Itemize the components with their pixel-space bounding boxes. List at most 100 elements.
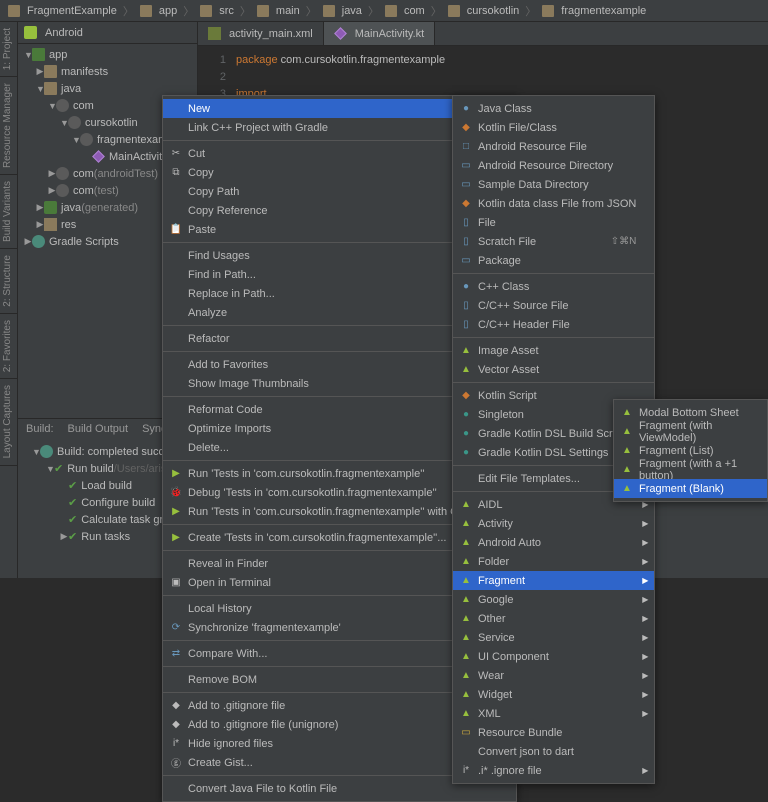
- menu-icon: ▲: [459, 707, 473, 721]
- menu-item[interactable]: ●C++ Class: [453, 277, 654, 296]
- tree-icon: [32, 48, 45, 61]
- menu-item[interactable]: ▲UI Component▶: [453, 647, 654, 666]
- menu-item[interactable]: ▲Image Asset: [453, 341, 654, 360]
- menu-item[interactable]: ▲Folder▶: [453, 552, 654, 571]
- menu-icon-blank: [169, 782, 183, 796]
- menu-item[interactable]: ▲Fragment (with ViewModel): [614, 422, 767, 441]
- submenu-arrow-icon: ▶: [642, 557, 648, 566]
- submenu-arrow-icon: ▶: [642, 671, 648, 680]
- menu-item[interactable]: ▲Wear▶: [453, 666, 654, 685]
- breadcrumb-item[interactable]: main: [257, 5, 300, 17]
- menu-item[interactable]: ▯File: [453, 213, 654, 232]
- editor-tab[interactable]: activity_main.xml: [198, 22, 324, 45]
- menu-item[interactable]: ▲XML▶: [453, 704, 654, 723]
- menu-item[interactable]: ▲Fragment (with a +1 button): [614, 460, 767, 479]
- tree-item[interactable]: ▼app: [18, 46, 197, 63]
- menu-icon: ▭: [459, 254, 473, 268]
- menu-item[interactable]: ▭Sample Data Directory: [453, 175, 654, 194]
- menu-icon: ◆: [169, 699, 183, 713]
- menu-item[interactable]: □Android Resource File: [453, 137, 654, 156]
- rail-tab[interactable]: Resource Manager: [0, 77, 15, 174]
- breadcrumb-item[interactable]: com: [385, 5, 425, 17]
- menu-icon: ▶: [169, 467, 183, 481]
- menu-item[interactable]: ▲Android Auto▶: [453, 533, 654, 552]
- menu-item[interactable]: ◆Kotlin File/Class: [453, 118, 654, 137]
- menu-item[interactable]: ▭Resource Bundle: [453, 723, 654, 742]
- menu-icon: ●: [459, 102, 473, 116]
- menu-icon: ▲: [620, 482, 634, 496]
- file-icon: [334, 27, 347, 40]
- menu-icon: 🐞: [169, 486, 183, 500]
- menu-icon: ⓖ: [169, 756, 183, 770]
- folder-icon: [8, 5, 20, 17]
- project-header[interactable]: Android: [18, 22, 197, 44]
- menu-icon-blank: [169, 121, 183, 135]
- tree-icon: [68, 116, 81, 129]
- menu-item[interactable]: i*.i* .ignore file▶: [453, 761, 654, 780]
- breadcrumb-item[interactable]: FragmentExample: [8, 5, 117, 17]
- menu-icon: ▲: [459, 688, 473, 702]
- menu-item[interactable]: ▲Service▶: [453, 628, 654, 647]
- menu-item[interactable]: ▯C/C++ Source File: [453, 296, 654, 315]
- submenu-arrow-icon: ▶: [642, 595, 648, 604]
- menu-icon: ▲: [620, 406, 634, 420]
- menu-icon: ▲: [459, 344, 473, 358]
- file-icon: [208, 27, 221, 40]
- menu-icon: ▲: [459, 536, 473, 550]
- menu-item[interactable]: ▲Activity▶: [453, 514, 654, 533]
- menu-item[interactable]: ▲Widget▶: [453, 685, 654, 704]
- menu-icon: ●: [459, 280, 473, 294]
- menu-icon-blank: [459, 472, 473, 486]
- rail-tab[interactable]: Layout Captures: [0, 379, 15, 464]
- rail-tab[interactable]: 2: Structure: [0, 249, 15, 313]
- breadcrumb-item[interactable]: cursokotlin: [448, 5, 520, 17]
- fragment-submenu[interactable]: ▲Modal Bottom Sheet▲Fragment (with ViewM…: [613, 399, 768, 502]
- menu-icon: ▶: [169, 505, 183, 519]
- breadcrumb-item[interactable]: app: [140, 5, 177, 17]
- tree-item[interactable]: ▶manifests: [18, 63, 197, 80]
- folder-icon: [323, 5, 335, 17]
- menu-icon: ▲: [459, 669, 473, 683]
- menu-item[interactable]: ▭Package: [453, 251, 654, 270]
- menu-icon: ▲: [620, 444, 634, 458]
- menu-item[interactable]: ▲Google▶: [453, 590, 654, 609]
- menu-icon: ▲: [459, 631, 473, 645]
- tree-icon: [44, 218, 57, 231]
- menu-icon-blank: [169, 204, 183, 218]
- folder-icon: [385, 5, 397, 17]
- submenu-arrow-icon: ▶: [642, 538, 648, 547]
- tree-icon: [56, 184, 69, 197]
- breadcrumb-item[interactable]: java: [323, 5, 362, 17]
- menu-icon: ▭: [459, 159, 473, 173]
- menu-icon: ▲: [620, 425, 634, 439]
- folder-icon: [448, 5, 460, 17]
- menu-item[interactable]: ▭Android Resource Directory: [453, 156, 654, 175]
- rail-tab[interactable]: Build Variants: [0, 175, 15, 248]
- menu-icon-blank: [169, 403, 183, 417]
- menu-icon: ▲: [459, 650, 473, 664]
- build-tab[interactable]: Build Output: [68, 423, 129, 435]
- menu-item[interactable]: ▯C/C++ Header File: [453, 315, 654, 334]
- breadcrumb-item[interactable]: src: [200, 5, 234, 17]
- menu-item[interactable]: ▲Fragment▶: [453, 571, 654, 590]
- menu-item[interactable]: ●Java Class: [453, 99, 654, 118]
- menu-icon: ▲: [459, 498, 473, 512]
- menu-item[interactable]: ▲Fragment (Blank): [614, 479, 767, 498]
- menu-item[interactable]: ◆Kotlin data class File from JSON: [453, 194, 654, 213]
- menu-item[interactable]: Convert json to dart: [453, 742, 654, 761]
- menu-item[interactable]: ▲Vector Asset: [453, 360, 654, 379]
- menu-icon: ▲: [459, 593, 473, 607]
- menu-item[interactable]: ▲Other▶: [453, 609, 654, 628]
- menu-icon-blank: [169, 287, 183, 301]
- rail-tab[interactable]: 2: Favorites: [0, 314, 15, 378]
- breadcrumb-item[interactable]: fragmentexample: [542, 5, 646, 17]
- menu-icon: ▶: [169, 531, 183, 545]
- editor-tab[interactable]: MainActivity.kt: [324, 22, 435, 45]
- menu-icon: ▲: [459, 612, 473, 626]
- menu-icon: ◆: [169, 718, 183, 732]
- rail-tab[interactable]: 1: Project: [0, 22, 15, 76]
- menu-item[interactable]: ▯Scratch File⇧⌘N: [453, 232, 654, 251]
- submenu-arrow-icon: ▶: [642, 614, 648, 623]
- tree-icon: [56, 99, 69, 112]
- editor-tabs[interactable]: activity_main.xmlMainActivity.kt: [198, 22, 768, 46]
